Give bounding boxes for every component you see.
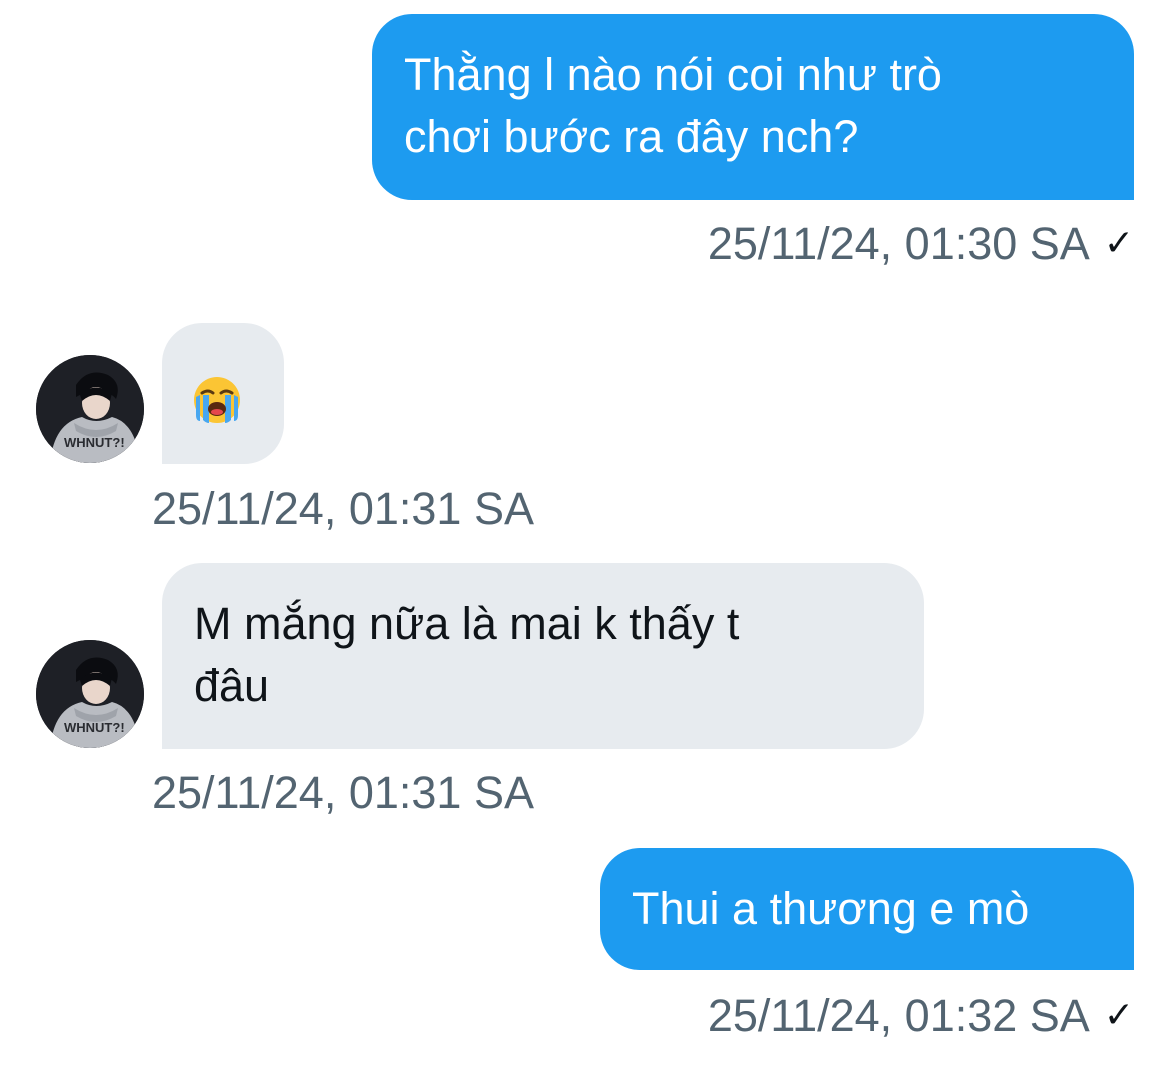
message-timestamp: 25/11/24, 01:31 SA: [152, 483, 534, 534]
svg-text:WHNUT?!: WHNUT?!: [64, 435, 125, 450]
message-timestamp: 25/11/24, 01:30 SA: [707, 218, 1090, 269]
message-bubble-incoming[interactable]: M mắng nữa là mai k thấy t đâu: [162, 563, 924, 749]
message-text-line: Thằng l nào nói coi như trò: [404, 49, 942, 100]
loudly-crying-face-emoji-icon: [194, 377, 240, 423]
avatar[interactable]: WHNUT?!: [36, 355, 144, 463]
svg-text:WHNUT?!: WHNUT?!: [64, 720, 125, 735]
message-text-line: đâu: [194, 660, 270, 711]
checkmark-icon: ✓: [1103, 222, 1134, 263]
message-timestamp: 25/11/24, 01:32 SA: [707, 990, 1090, 1041]
avatar[interactable]: WHNUT?!: [36, 640, 144, 748]
message-timestamp: 25/11/24, 01:31 SA: [152, 767, 534, 818]
checkmark-icon: ✓: [1103, 994, 1134, 1035]
message-bubble-outgoing[interactable]: Thui a thương e mò: [600, 848, 1134, 970]
message-meta: 25/11/24, 01:30 SA ✓: [708, 218, 1134, 269]
message-bubble-outgoing[interactable]: Thằng l nào nói coi như trò chơi bước ra…: [372, 14, 1134, 200]
message-bubble-incoming[interactable]: [162, 323, 284, 464]
message-text-line: Thui a thương e mò: [632, 883, 1030, 934]
message-text-line: chơi bước ra đây nch?: [404, 111, 859, 162]
message-text-line: M mắng nữa là mai k thấy t: [194, 598, 740, 649]
message-meta: 25/11/24, 01:32 SA ✓: [708, 990, 1134, 1041]
